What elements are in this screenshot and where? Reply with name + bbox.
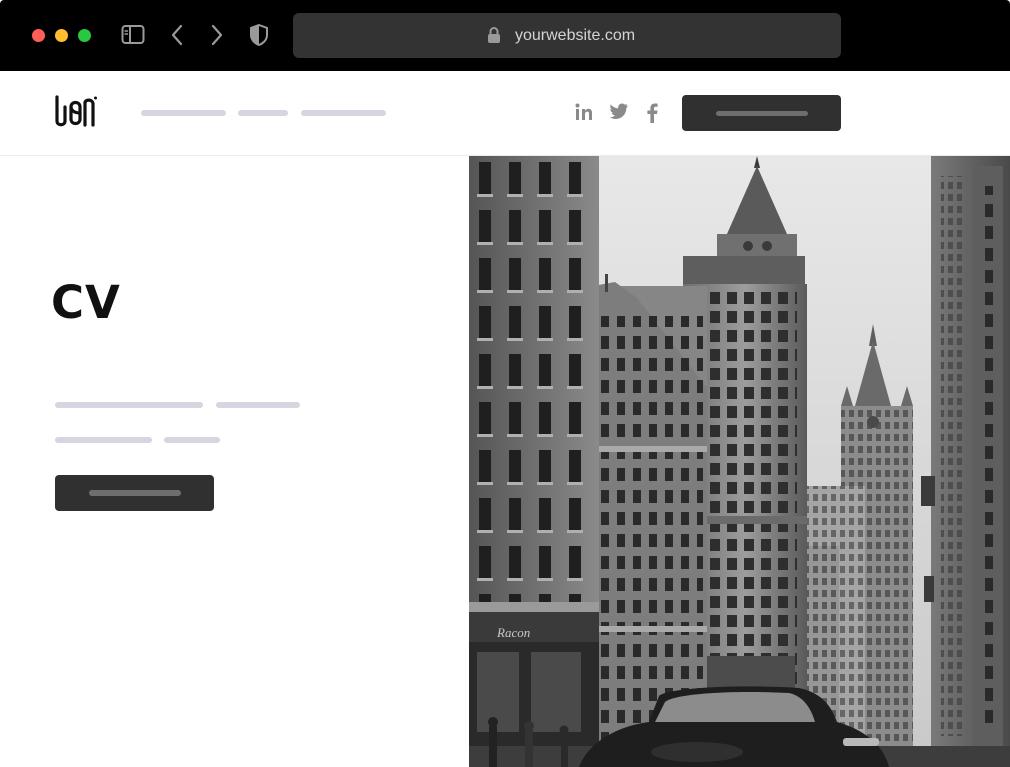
browser-window: yourwebsite.com CV Racon xyxy=(0,0,1010,767)
text-line-placeholder xyxy=(216,402,300,408)
chevron-right-icon[interactable] xyxy=(210,24,224,51)
address-bar[interactable]: yourwebsite.com xyxy=(293,13,841,58)
twitter-icon[interactable] xyxy=(609,103,628,123)
minimize-window-button[interactable] xyxy=(55,29,68,42)
button-label-placeholder xyxy=(716,111,808,116)
nav-link-placeholder-1[interactable] xyxy=(141,110,226,116)
page-title: CV xyxy=(51,276,121,329)
hero-cta-button[interactable] xyxy=(55,475,214,511)
close-window-button[interactable] xyxy=(32,29,45,42)
shield-icon[interactable] xyxy=(249,23,269,51)
hero-image: Racon xyxy=(469,156,1010,767)
browser-toolbar: yourwebsite.com xyxy=(0,0,1010,71)
button-label-placeholder xyxy=(89,490,181,496)
text-line-placeholder xyxy=(55,402,203,408)
header-cta-button[interactable] xyxy=(682,95,841,131)
nav-link-placeholder-2[interactable] xyxy=(238,110,288,116)
chevron-left-icon[interactable] xyxy=(170,24,184,51)
lock-icon xyxy=(487,26,501,49)
nav-link-placeholder-3[interactable] xyxy=(301,110,386,116)
text-line-placeholder xyxy=(164,437,220,443)
storefront-sign-text: Racon xyxy=(496,625,530,640)
url-text: yourwebsite.com xyxy=(515,27,636,44)
sidebar-toggle-icon[interactable] xyxy=(121,24,145,51)
facebook-icon[interactable] xyxy=(646,103,658,127)
site-header xyxy=(0,71,1010,156)
linkedin-icon[interactable] xyxy=(575,103,593,125)
logo[interactable] xyxy=(54,95,98,134)
maximize-window-button[interactable] xyxy=(78,29,91,42)
text-line-placeholder xyxy=(55,437,152,443)
